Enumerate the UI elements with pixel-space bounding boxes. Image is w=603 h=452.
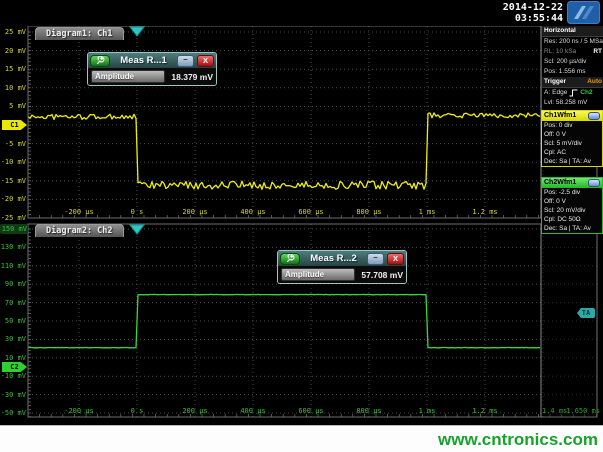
ch1-decimation-row: Dec: Sa | TA: Av (542, 157, 602, 166)
acquisition-panel[interactable]: Horizontal Res: 200 ns / 5 MSa/s RL: 10 … (541, 26, 603, 110)
meas2-titlebar[interactable]: Meas R...2 – X (278, 251, 406, 266)
ch1-pos-row: Pos: 0 div (542, 121, 602, 130)
y-axis-label: 90 mV (0, 279, 26, 289)
ch2-coupling-row: Cpl: DC 50Ω (542, 215, 602, 224)
x-axis-label: 400 µs (229, 406, 277, 416)
ch2-pos-row: Pos: -2.5 div (542, 188, 602, 197)
meas1-result-row: Amplitude 18.379 mV (88, 68, 216, 85)
title-bar: 2014-12-22 03:55:44 (0, 0, 603, 26)
minimize-icon[interactable] (588, 112, 600, 120)
tab-diagram2-ch2[interactable]: Diagram2: Ch2 (35, 224, 124, 237)
x-axis-label: 1.2 ms (461, 406, 509, 416)
ch1-waveform-settings-box[interactable]: Ch1Wfm1 Pos: 0 div Off: 0 V Scl: 5 mV/di… (541, 110, 603, 167)
meas1-param-label: Amplitude (91, 70, 165, 83)
horizontal-rl-row: RL: 10 kSa RT (542, 47, 603, 57)
x-axis-label: 600 µs (287, 406, 335, 416)
watermark-text: www.cntronics.com (438, 426, 598, 452)
x-axis-label: 1 ms (403, 406, 451, 416)
meas2-settings-button[interactable] (280, 253, 300, 265)
y-axis-label: 130 mV (0, 242, 26, 252)
y-axis-label: -10 mV (0, 371, 26, 381)
y-axis-label: 50 mV (0, 316, 26, 326)
meas2-title: Meas R...2 (303, 253, 364, 264)
ch2box-header[interactable]: Ch2Wfm1 (542, 178, 602, 188)
meas2-value: 57.708 mV (359, 270, 403, 280)
ch2-waveform-settings-box[interactable]: Ch2Wfm1 Pos: -2.5 div Off: 0 V Scl: 20 m… (541, 177, 603, 234)
oscilloscope-screen: 25 mV20 mV15 mV10 mV5 mV-5 mV-10 mV-15 m… (0, 0, 603, 452)
wrench-icon (286, 254, 295, 263)
trigger-title: Trigger (544, 77, 566, 87)
meas2-result-row: Amplitude 57.708 mV (278, 266, 406, 283)
measurement-window-1[interactable]: Meas R...1 – X Amplitude 18.379 mV (87, 52, 217, 86)
y-axis-label: -50 mV (0, 408, 26, 418)
rohde-schwarz-logo-icon (567, 1, 600, 28)
y-axis-label: 70 mV (0, 298, 26, 308)
x-axis-label: -200 µs (55, 406, 103, 416)
minimize-icon[interactable] (588, 179, 600, 187)
realtime-badge: RT (593, 47, 602, 57)
ch1-offset-row: Off: 0 V (542, 130, 602, 139)
meas1-value: 18.379 mV (169, 72, 213, 82)
meas2-close-button[interactable]: X (387, 253, 404, 265)
meas2-param-label: Amplitude (281, 268, 355, 281)
x-axis-label: 800 µs (345, 406, 393, 416)
measurement-window-2[interactable]: Meas R...2 – X Amplitude 57.708 mV (277, 250, 407, 284)
ch2-decimation-row: Dec: Sa | TA: Av (542, 224, 602, 233)
meas1-close-button[interactable]: X (197, 55, 214, 67)
rising-edge-icon (569, 89, 578, 97)
meas1-minimize-button[interactable]: – (177, 55, 194, 67)
y-axis-label: -30 mV (0, 390, 26, 400)
y-axis-label: 10 mV (0, 353, 26, 363)
horizontal-position-row: Pos: 1.556 ms (542, 67, 603, 77)
ch2-offset-row: Off: 0 V (542, 197, 602, 206)
y-axis-label: 30 mV (0, 334, 26, 344)
x-axis-label: 200 µs (171, 406, 219, 416)
meas1-title: Meas R...1 (113, 55, 174, 66)
ch1box-title: Ch1Wfm1 (544, 111, 576, 121)
ch2-scale-row: Scl: 20 mV/div (542, 206, 602, 215)
date-label: 2014-12-22 (503, 2, 563, 13)
ch1-scale-row: Scl: 5 mV/div (542, 139, 602, 148)
trigger-source-row: A: Edge Ch2 (542, 88, 603, 98)
datetime-display: 2014-12-22 03:55:44 (503, 2, 563, 24)
horizontal-res-row: Res: 200 ns / 5 MSa/s (542, 37, 603, 47)
trigger-panel-header[interactable]: Trigger Auto (542, 77, 603, 88)
trigger-mode-badge: Auto (587, 77, 602, 87)
time-label: 03:55:44 (503, 13, 563, 24)
meas1-titlebar[interactable]: Meas R...1 – X (88, 53, 216, 68)
y-axis-label: 110 mV (0, 261, 26, 271)
wrench-icon (96, 56, 105, 65)
y-axis-label: 150 mV (0, 224, 28, 234)
trigger-level-row: Lvl: 58.258 mV (542, 98, 603, 108)
x-axis-label-right-edge: 1.650 ms (556, 406, 600, 416)
ch2box-title: Ch2Wfm1 (544, 178, 576, 188)
meas2-minimize-button[interactable]: – (367, 253, 384, 265)
tab-diagram1-ch1[interactable]: Diagram1: Ch1 (35, 27, 124, 40)
x-axis-label: 0 s (113, 406, 161, 416)
meas1-settings-button[interactable] (90, 55, 110, 67)
horizontal-scale-row: Scl: 200 µs/div (542, 57, 603, 67)
footer-strip: www.cntronics.com (0, 425, 603, 452)
ch1box-header[interactable]: Ch1Wfm1 (542, 111, 602, 121)
ch1-coupling-row: Cpl: AC (542, 148, 602, 157)
